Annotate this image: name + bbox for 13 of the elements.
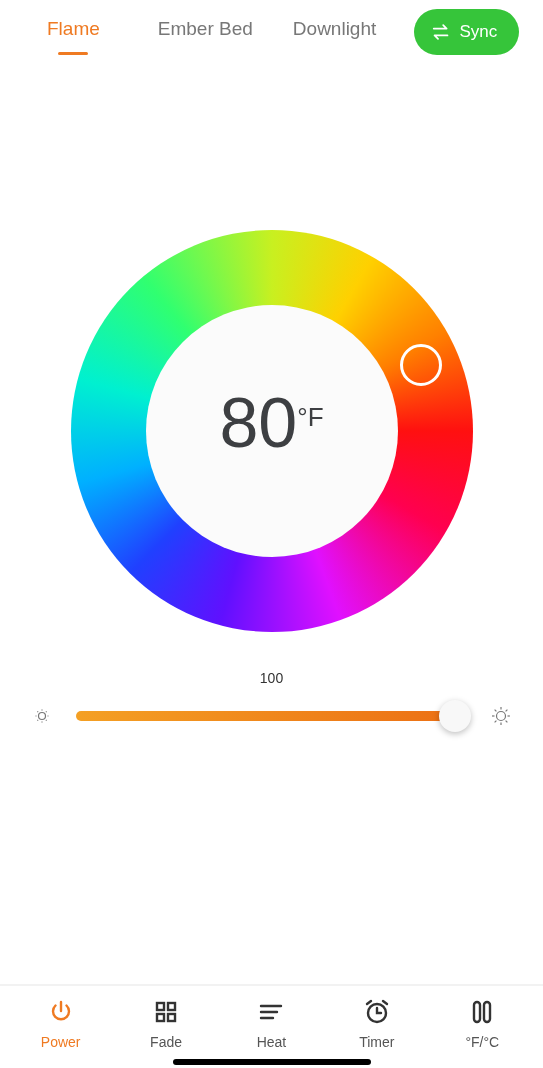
tab[interactable]: Ember Bed	[157, 8, 253, 56]
slider-thumb[interactable]	[439, 700, 471, 732]
temperature-unit: °F	[297, 401, 324, 434]
brightness-reading: 100	[259, 670, 284, 686]
nav-tab[interactable]: °F/°C	[437, 998, 528, 1053]
color-handle[interactable]	[399, 344, 442, 386]
nav-tab[interactable]: Timer	[331, 998, 422, 1053]
nav-tab[interactable]: Heat	[226, 998, 317, 1053]
swap-arrows-icon	[432, 23, 450, 41]
temperature-value: 80	[219, 388, 298, 458]
bright-brightness-icon	[491, 706, 511, 726]
tab[interactable]: Downlight	[292, 8, 377, 56]
nav-tab[interactable]: Fade	[121, 998, 212, 1053]
